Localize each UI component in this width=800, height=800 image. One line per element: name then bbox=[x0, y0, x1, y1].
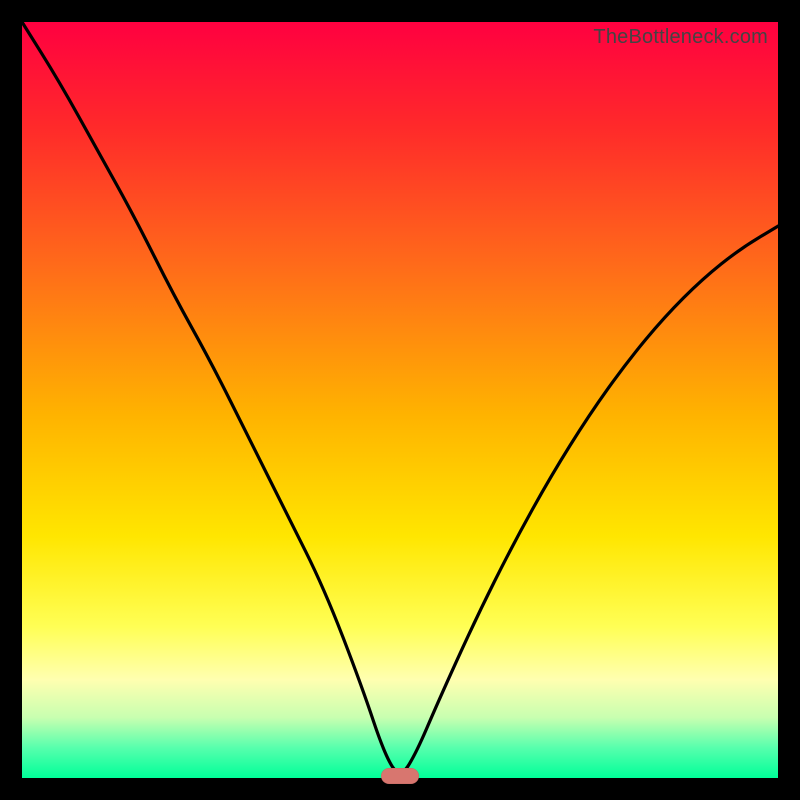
optimal-marker bbox=[381, 768, 419, 784]
bottleneck-curve bbox=[22, 22, 778, 778]
curve-path bbox=[22, 22, 778, 772]
plot-area: TheBottleneck.com bbox=[22, 22, 778, 778]
chart-frame: TheBottleneck.com bbox=[0, 0, 800, 800]
